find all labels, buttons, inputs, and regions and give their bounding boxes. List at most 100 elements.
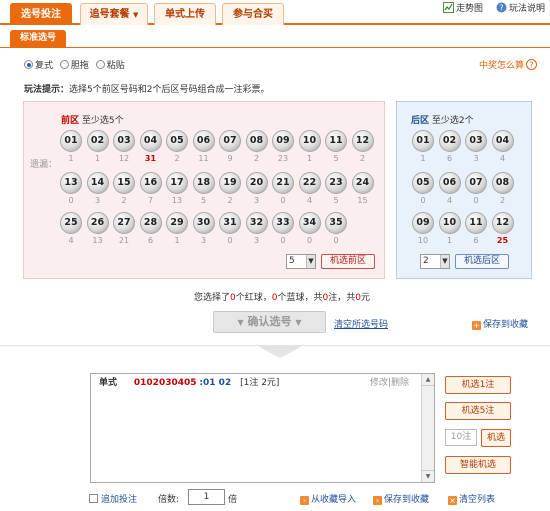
back-ball[interactable]: 12	[491, 212, 514, 234]
front-zone-subtitle: 至少选5个	[81, 116, 124, 126]
back-ball[interactable]: 06	[438, 172, 461, 194]
front-ball[interactable]: 15	[113, 172, 135, 194]
back-ball[interactable]: 08	[491, 172, 514, 194]
import-favorite-link[interactable]: › 从收藏导入	[300, 492, 356, 505]
front-ball[interactable]: 26	[86, 212, 109, 234]
back-count-select[interactable]: 2 ▼	[420, 254, 450, 269]
front-miss-value: 3	[200, 236, 207, 245]
front-ball[interactable]: 04	[139, 130, 162, 152]
random-1-button[interactable]: 机选1注	[445, 376, 511, 394]
back-miss-value: 1	[446, 236, 453, 245]
front-ball[interactable]: 02	[86, 130, 109, 152]
front-ball[interactable]: 34	[298, 212, 321, 234]
prize-rule-link[interactable]: 中奖怎么算?	[479, 58, 539, 71]
front-miss-value: 6	[147, 236, 154, 245]
front-ball[interactable]: 35	[325, 212, 347, 234]
back-miss-value: 6	[473, 236, 479, 245]
front-ball[interactable]: 20	[245, 172, 268, 194]
subtab-standard[interactable]: 标准选号	[10, 30, 66, 47]
back-miss-value: 0	[473, 196, 479, 205]
front-miss-value: 0	[306, 236, 313, 245]
scrollbar[interactable]: ▲ ▼	[421, 374, 434, 482]
chevron-down-icon: ▼	[306, 255, 315, 268]
front-ball[interactable]: 28	[139, 212, 162, 234]
back-ball[interactable]: 02	[438, 130, 461, 152]
mode-paste-radio[interactable]: 粘贴	[95, 60, 125, 71]
tab-pick-numbers[interactable]: 选号投注	[10, 3, 72, 25]
random-count-input[interactable]: 10注	[445, 429, 477, 446]
front-ball[interactable]: 06	[192, 130, 215, 152]
random-back-button[interactable]: 机选后区	[455, 254, 509, 269]
random-button[interactable]: 机选	[481, 429, 511, 447]
front-ball[interactable]: 08	[245, 130, 268, 152]
mode-dantuo-radio[interactable]: 胆拖	[59, 60, 89, 71]
back-ball[interactable]: 09	[412, 212, 434, 234]
back-zone-header: 后区 至少选2个	[411, 113, 474, 126]
front-miss-value: 4	[68, 236, 74, 245]
front-ball[interactable]: 11	[325, 130, 347, 152]
rules-link[interactable]: ? 玩法说明	[496, 2, 545, 16]
scroll-up-icon[interactable]: ▲	[422, 374, 434, 386]
front-ball[interactable]: 22	[298, 172, 321, 194]
tab-chase-package[interactable]: 追号套餐 ▼	[80, 3, 148, 25]
front-miss-value: 0	[280, 236, 286, 245]
bet-list[interactable]: 单式 0102030405 :01 02 [1注 2元] 修改|删除 ▲ ▼	[90, 373, 435, 483]
front-ball[interactable]: 25	[60, 212, 82, 234]
front-ball[interactable]: 13	[60, 172, 82, 194]
save-list-link[interactable]: › 保存到收藏	[373, 492, 429, 505]
front-ball[interactable]: 21	[272, 172, 294, 194]
tab-single-upload[interactable]: 单式上传	[154, 3, 216, 25]
tab-group-buy[interactable]: 参与合买	[222, 3, 284, 25]
front-ball[interactable]: 33	[272, 212, 294, 234]
front-ball[interactable]: 14	[86, 172, 109, 194]
back-ball[interactable]: 10	[438, 212, 461, 234]
front-ball[interactable]: 31	[219, 212, 241, 234]
front-ball[interactable]: 03	[113, 130, 135, 152]
scroll-down-icon[interactable]: ▼	[422, 470, 434, 482]
back-ball[interactable]: 03	[465, 130, 487, 152]
back-ball[interactable]: 01	[412, 130, 434, 152]
front-ball[interactable]: 12	[351, 130, 374, 152]
front-ball[interactable]: 18	[192, 172, 215, 194]
front-ball[interactable]: 07	[219, 130, 241, 152]
front-miss-value: 13	[92, 236, 103, 245]
save-list-label: 保存到收藏	[384, 495, 430, 505]
random-5-button[interactable]: 机选5注	[445, 402, 511, 420]
random-front-button[interactable]: 机选前区	[321, 254, 375, 269]
bet-list-row[interactable]: 单式 0102030405 :01 02 [1注 2元] 修改|删除	[91, 374, 417, 392]
front-ball[interactable]: 27	[113, 212, 135, 234]
front-ball[interactable]: 01	[60, 130, 82, 152]
clear-list-link[interactable]: × 清空列表	[448, 492, 495, 505]
back-ball[interactable]: 05	[412, 172, 434, 194]
front-ball[interactable]: 24	[351, 172, 374, 194]
back-ball[interactable]: 07	[465, 172, 487, 194]
front-ball[interactable]: 32	[245, 212, 268, 234]
front-ball[interactable]: 30	[192, 212, 215, 234]
confirm-selection-button[interactable]: ▼ 确认选号 ▼	[213, 311, 326, 333]
back-ball[interactable]: 11	[465, 212, 487, 234]
back-ball[interactable]: 04	[491, 130, 514, 152]
smart-random-button[interactable]: 智能机选	[445, 456, 511, 474]
front-miss-value: 3	[253, 236, 260, 245]
front-ball[interactable]: 09	[272, 130, 294, 152]
edit-link[interactable]: 修改	[370, 378, 388, 388]
front-ball[interactable]: 23	[325, 172, 347, 194]
clear-selection-link[interactable]: 清空所选号码	[334, 317, 388, 330]
delete-link[interactable]: 删除	[391, 378, 409, 388]
mode-fushi-radio[interactable]: 复式	[24, 60, 53, 71]
multiple-input[interactable]: 1	[188, 489, 225, 505]
front-ball[interactable]: 19	[219, 172, 241, 194]
save-favorite-link[interactable]: + 保存到收藏	[472, 317, 528, 330]
front-count-select[interactable]: 5 ▼	[286, 254, 316, 269]
append-bet-checkbox[interactable]: 追加投注	[89, 492, 137, 505]
confirm-label: 确认选号	[247, 315, 292, 328]
front-ball[interactable]: 10	[298, 130, 321, 152]
svg-text:?: ?	[529, 61, 533, 70]
front-ball[interactable]: 17	[166, 172, 188, 194]
trend-chart-link[interactable]: 走势图	[443, 2, 483, 16]
front-ball[interactable]: 05	[166, 130, 188, 152]
front-ball[interactable]: 29	[166, 212, 188, 234]
front-ball[interactable]: 16	[139, 172, 162, 194]
clear-icon: ×	[448, 496, 457, 505]
bet-front-number: 04	[171, 378, 185, 388]
